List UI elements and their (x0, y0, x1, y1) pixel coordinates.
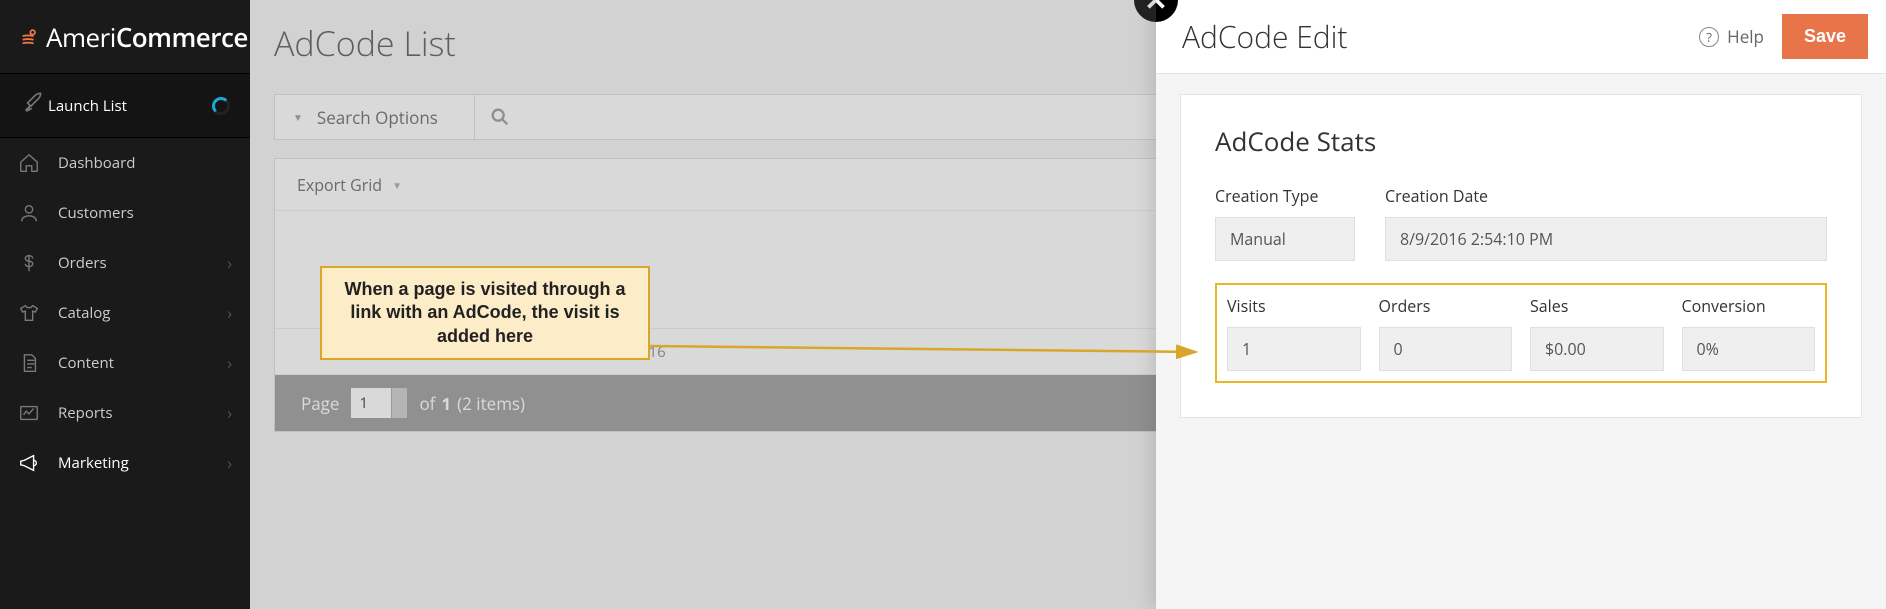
home-icon (18, 152, 58, 174)
loading-spinner-icon (212, 97, 230, 115)
sidebar-item-label: Catalog (58, 303, 227, 323)
brand-text: AmeriCommerce (46, 19, 248, 55)
sidebar-item-catalog[interactable]: Catalog › (0, 288, 250, 338)
chevron-right-icon: › (227, 252, 232, 274)
creation-type-label: Creation Type (1215, 185, 1355, 207)
launch-list-label: Launch List (48, 96, 212, 116)
stats-heading: AdCode Stats (1215, 123, 1827, 159)
stats-card: AdCode Stats Creation Type Manual Creati… (1180, 94, 1862, 418)
shirt-icon (18, 302, 58, 324)
export-grid-label: Export Grid (297, 174, 382, 196)
chart-icon (18, 402, 58, 424)
conversion-label: Conversion (1682, 295, 1816, 317)
visits-value: 1 (1227, 327, 1361, 371)
chevron-right-icon: › (227, 402, 232, 424)
sidebar-item-dashboard[interactable]: Dashboard (0, 138, 250, 188)
help-icon: ? (1699, 27, 1719, 47)
visits-label: Visits (1227, 295, 1361, 317)
sidebar-item-label: Dashboard (58, 153, 232, 173)
creation-date-label: Creation Date (1385, 185, 1827, 207)
sidebar-item-label: Content (58, 353, 227, 373)
orders-value: 0 (1379, 327, 1513, 371)
search-button[interactable] (475, 95, 525, 139)
search-options-dropdown[interactable]: ▼ Search Options (275, 95, 475, 139)
sidebar-item-label: Customers (58, 203, 232, 223)
chevron-right-icon: › (227, 352, 232, 374)
help-link[interactable]: ? Help (1699, 25, 1764, 48)
sidebar-item-label: Marketing (58, 453, 227, 473)
edit-panel: ✕ AdCode Edit ? Help Save AdCode Stats C… (1156, 0, 1886, 609)
orders-label: Orders (1379, 295, 1513, 317)
search-options-label: Search Options (317, 106, 438, 129)
triangle-down-icon: ▼ (392, 178, 402, 192)
sales-label: Sales (1530, 295, 1664, 317)
sidebar-item-content[interactable]: Content › (0, 338, 250, 388)
pager-of-label: of (419, 392, 435, 415)
pager-total-pages: 1 (441, 392, 451, 415)
save-button[interactable]: Save (1782, 14, 1868, 59)
dollar-icon (18, 252, 58, 274)
rocket-icon (20, 90, 48, 121)
sidebar-item-customers[interactable]: Customers (0, 188, 250, 238)
spinner-handle-icon[interactable] (391, 388, 407, 418)
brand-icon (18, 26, 40, 48)
pager-items-text: (2 items) (457, 392, 525, 415)
sidebar-launch-list[interactable]: Launch List (0, 74, 250, 138)
sidebar: AmeriCommerce Launch List Dashboard Cust… (0, 0, 250, 609)
brand-logo[interactable]: AmeriCommerce (0, 0, 250, 74)
panel-title: AdCode Edit (1182, 16, 1699, 57)
annotation-callout: When a page is visited through a link wi… (320, 266, 650, 360)
triangle-down-icon: ▼ (293, 110, 303, 124)
sidebar-item-label: Orders (58, 253, 227, 273)
page-number-input[interactable]: 1 (351, 388, 407, 418)
megaphone-icon (18, 452, 58, 474)
conversion-value: 0% (1682, 327, 1816, 371)
close-icon: ✕ (1144, 0, 1167, 19)
creation-type-value: Manual (1215, 217, 1355, 261)
chevron-right-icon: › (227, 452, 232, 474)
sidebar-item-reports[interactable]: Reports › (0, 388, 250, 438)
creation-date-value: 8/9/2016 2:54:10 PM (1385, 217, 1827, 261)
page-number-value: 1 (359, 393, 368, 413)
help-label: Help (1727, 25, 1764, 48)
sidebar-item-label: Reports (58, 403, 227, 423)
panel-body: AdCode Stats Creation Type Manual Creati… (1156, 74, 1886, 609)
sidebar-item-orders[interactable]: Orders › (0, 238, 250, 288)
stats-highlight: Visits 1 Orders 0 Sales $0.00 Conversion… (1215, 283, 1827, 383)
panel-header: AdCode Edit ? Help Save (1156, 0, 1886, 74)
user-icon (18, 202, 58, 224)
pager-page-label: Page (301, 392, 339, 415)
sidebar-item-marketing[interactable]: Marketing › (0, 438, 250, 488)
chevron-right-icon: › (227, 302, 232, 324)
sales-value: $0.00 (1530, 327, 1664, 371)
document-icon (18, 352, 58, 374)
